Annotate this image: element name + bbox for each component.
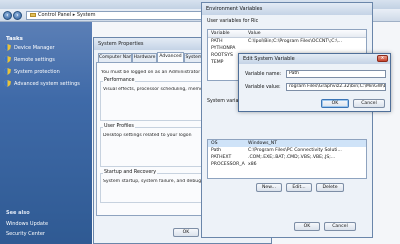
see-also-windows-update[interactable]: Windows Update bbox=[6, 221, 48, 227]
task-advanced-system-settings[interactable]: Advanced system settings bbox=[4, 80, 80, 87]
variable-name-label: Variable name: bbox=[245, 72, 282, 77]
list-row[interactable]: PYTHONPA bbox=[208, 45, 366, 52]
list-row[interactable]: OS Windows_NT bbox=[208, 140, 366, 147]
row-variable: PYTHONPA bbox=[211, 46, 236, 51]
back-arrow-icon: ‹ bbox=[6, 12, 9, 19]
startup-recovery-label: Startup and Recovery bbox=[103, 170, 158, 175]
close-icon[interactable]: x bbox=[377, 55, 388, 62]
task-label: Advanced system settings bbox=[14, 80, 80, 87]
list-row[interactable]: PATHEXT .COM;.EXE;.BAT;.CMD;.VBS;.VBE;.J… bbox=[208, 154, 366, 161]
tab-advanced[interactable]: Advanced bbox=[157, 52, 184, 62]
task-device-manager[interactable]: Device Manager bbox=[4, 44, 55, 51]
row-value: C:\Ipol\Bin;C:\Program Files\OCCNT\;C:\.… bbox=[248, 39, 342, 44]
shield-icon bbox=[4, 68, 11, 75]
row-value: x86 bbox=[248, 162, 257, 167]
system-variables-label: System varia bbox=[207, 99, 239, 104]
task-label: Device Manager bbox=[14, 44, 55, 51]
forward-button[interactable]: › bbox=[13, 11, 22, 20]
edit-system-variable-dialog: Edit System Variable x Variable name: Pa… bbox=[238, 53, 391, 112]
admin-note: You must be logged on as an Administrato… bbox=[101, 70, 207, 75]
dialog-title[interactable]: Environment Variables bbox=[202, 3, 372, 15]
ok-button[interactable]: OK bbox=[294, 222, 320, 231]
tab-computer-name[interactable]: Computer Name bbox=[98, 53, 132, 62]
performance-label: Performance bbox=[103, 78, 136, 83]
task-label: System protection bbox=[14, 68, 60, 75]
shield-icon bbox=[4, 80, 11, 87]
column-variable[interactable]: Variable bbox=[211, 30, 247, 38]
column-value[interactable]: Value bbox=[248, 30, 364, 38]
dialog-title[interactable]: Edit System Variable bbox=[239, 54, 390, 64]
breadcrumb-control-panel[interactable]: Control Panel bbox=[38, 12, 71, 18]
user-profiles-text: Desktop settings related to your logon bbox=[103, 133, 192, 138]
shield-icon bbox=[4, 56, 11, 63]
task-system-protection[interactable]: System protection bbox=[4, 68, 60, 75]
list-row[interactable]: PATH C:\Ipol\Bin;C:\Program Files\OCCNT\… bbox=[208, 38, 366, 45]
row-value: Windows_NT bbox=[248, 141, 278, 146]
shield-icon bbox=[4, 44, 11, 51]
performance-text: Visual effects, processor scheduling, me… bbox=[103, 87, 207, 92]
ok-button[interactable]: OK bbox=[173, 228, 199, 237]
tasks-heading: Tasks bbox=[6, 36, 23, 42]
folder-icon bbox=[30, 13, 36, 17]
edit-button[interactable]: Edit... bbox=[286, 183, 312, 192]
row-variable: Path bbox=[211, 148, 222, 153]
task-remote-settings[interactable]: Remote settings bbox=[4, 56, 55, 63]
list-header: Variable Value bbox=[208, 30, 366, 38]
new-button[interactable]: New... bbox=[256, 183, 282, 192]
list-row[interactable]: Path C:\Program Files\PC Connectivity So… bbox=[208, 147, 366, 154]
row-variable: PATH bbox=[211, 39, 223, 44]
address-field[interactable]: Control Panel ▸ System bbox=[26, 11, 208, 20]
see-also-heading: See also bbox=[6, 210, 30, 216]
ok-button[interactable]: OK bbox=[321, 99, 349, 108]
back-button[interactable]: ‹ bbox=[3, 11, 12, 20]
row-value: C:\Program Files\PC Connectivity Soluti.… bbox=[248, 148, 342, 153]
forward-arrow-icon: › bbox=[16, 12, 19, 19]
variable-name-input[interactable]: Path bbox=[286, 70, 386, 78]
environment-variables-dialog: Environment Variables User variables for… bbox=[201, 2, 373, 238]
cancel-button[interactable]: Cancel bbox=[353, 99, 385, 108]
system-variables-list[interactable]: OS Windows_NT Path C:\Program Files\PC C… bbox=[207, 139, 367, 179]
delete-button[interactable]: Delete bbox=[316, 183, 344, 192]
breadcrumb-system[interactable]: System bbox=[77, 12, 96, 18]
list-row[interactable]: PROCESSOR_A x86 bbox=[208, 161, 366, 168]
startup-recovery-group bbox=[100, 173, 208, 203]
row-variable: PROCESSOR_A bbox=[211, 162, 245, 167]
tab-hardware[interactable]: Hardware bbox=[132, 53, 157, 62]
row-value: .COM;.EXE;.BAT;.CMD;.VBS;.VBE;.JS;... bbox=[248, 155, 336, 160]
variable-value-label: Variable value: bbox=[245, 85, 281, 90]
task-label: Remote settings bbox=[14, 56, 55, 63]
startup-recovery-text: System startup, system failure, and debu… bbox=[103, 179, 207, 184]
row-variable: OS bbox=[211, 141, 218, 146]
user-profiles-label: User Profiles bbox=[103, 124, 135, 129]
see-also-security-center[interactable]: Security Center bbox=[6, 231, 45, 237]
user-variables-label: User variables for Ric bbox=[207, 19, 259, 24]
variable-value-input[interactable]: rogram Files\Graphviz2.32\bin;C:\MinGW\b… bbox=[286, 83, 386, 91]
cancel-button[interactable]: Cancel bbox=[324, 222, 356, 231]
row-variable: PATHEXT bbox=[211, 155, 232, 160]
